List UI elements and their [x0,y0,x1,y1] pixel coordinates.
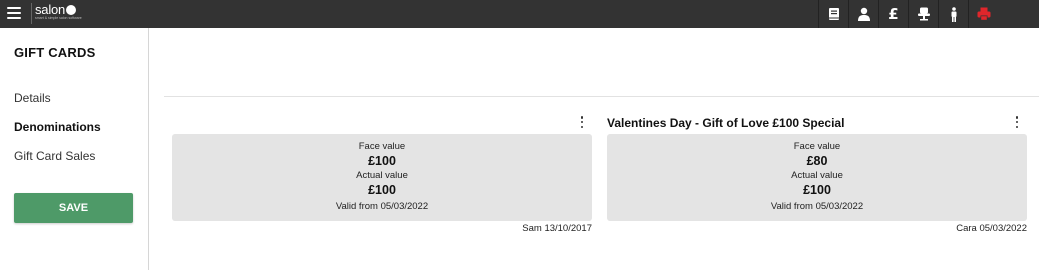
sidebar-item-details[interactable]: Details [14,91,51,105]
user-icon[interactable] [848,0,878,28]
card-footer: Cara 05/03/2022 [956,223,1027,234]
book-icon[interactable] [818,0,848,28]
more-options-icon[interactable] [578,116,586,128]
valid-from: Valid from 05/03/2022 [770,201,864,212]
actual-value: £100 [368,183,396,197]
sidebar-item-gift-card-sales[interactable]: Gift Card Sales [14,149,95,163]
card-body: Face value £100 Actual value £100 Valid … [172,134,592,221]
face-value: £80 [806,154,828,168]
top-icon-bar: £ [818,0,998,28]
logo-text: salon [35,2,66,17]
printer-icon[interactable] [968,0,998,28]
save-button[interactable]: SAVE [14,193,133,223]
hamburger-menu-icon[interactable] [7,7,21,19]
face-value: £100 [368,154,396,168]
pound-icon[interactable]: £ [878,0,908,28]
valid-from: Valid from 05/03/2022 [335,201,429,212]
logo-tagline: smart & simple salon software [35,16,82,20]
content-divider [164,96,1039,97]
actual-value-label: Actual value [356,170,408,181]
chair-icon[interactable] [908,0,938,28]
card-title: Valentines Day - Gift of Love £100 Speci… [607,116,845,130]
denomination-card[interactable]: Face value £100 Actual value £100 Valid … [172,112,592,234]
sidebar-title: GIFT CARDS [14,45,96,60]
top-bar: salon smart & simple salon software £ [0,0,1039,28]
card-footer: Sam 13/10/2017 [522,223,592,234]
face-value-label: Face value [358,141,406,152]
sidebar-item-denominations[interactable]: Denominations [14,120,101,134]
app-logo[interactable]: salon smart & simple salon software [31,3,82,24]
face-value-label: Face value [793,141,841,152]
person-icon[interactable] [938,0,968,28]
sidebar: GIFT CARDS Details Denominations Gift Ca… [0,28,149,270]
actual-value: £100 [803,183,831,197]
logo-dot-icon [66,5,77,15]
card-body: Face value £80 Actual value £100 Valid f… [607,134,1027,221]
actual-value-label: Actual value [791,170,843,181]
more-options-icon[interactable] [1013,116,1021,128]
denomination-card[interactable]: Valentines Day - Gift of Love £100 Speci… [607,112,1027,234]
